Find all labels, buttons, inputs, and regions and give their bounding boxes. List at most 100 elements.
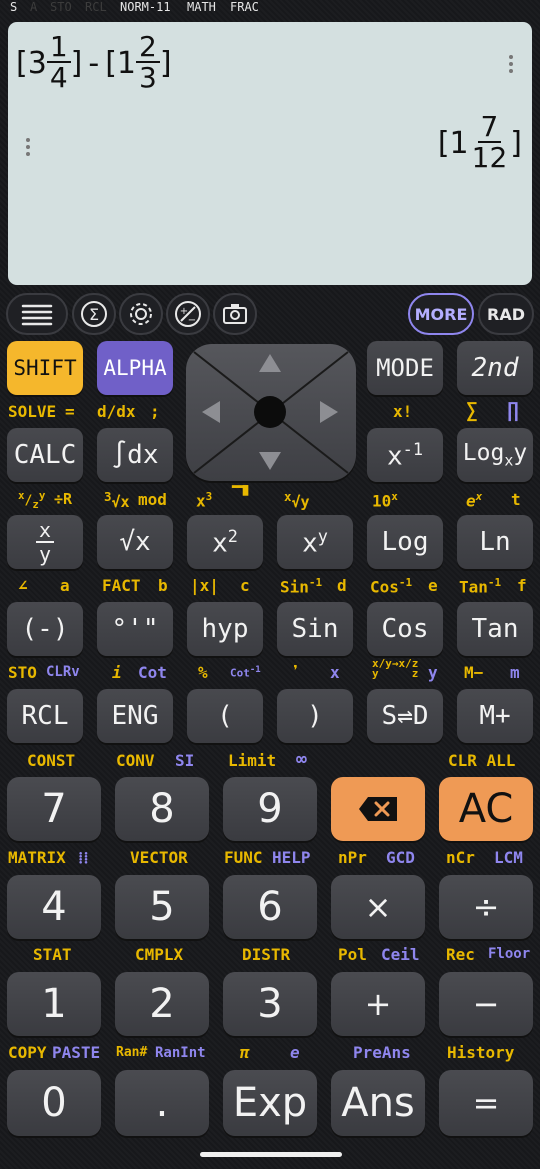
direction-pad[interactable] — [186, 344, 356, 481]
ac-key[interactable]: AC — [439, 777, 533, 841]
summation-button[interactable]: Σ — [72, 293, 116, 335]
expr-fraction-2: 23 — [136, 32, 160, 94]
digit-0-key[interactable]: 0 — [7, 1070, 101, 1136]
digit-4-key[interactable]: 4 — [7, 875, 101, 939]
digit-5-key[interactable]: 5 — [115, 875, 209, 939]
label-e: e — [428, 576, 438, 595]
tan-key[interactable]: Tan — [457, 602, 533, 656]
status-math: MATH — [187, 0, 216, 14]
label-b: b — [158, 576, 168, 595]
label-xroot: x√y — [284, 489, 310, 511]
expr-num-1: 1 — [46, 32, 71, 64]
label-history: History — [447, 1043, 515, 1062]
label-matrix: MATRIX — [8, 848, 66, 867]
label-ceil: Ceil — [381, 945, 420, 964]
equals-key[interactable]: = — [439, 1070, 533, 1136]
menu-button[interactable] — [6, 293, 68, 335]
status-frac: FRAC — [230, 0, 259, 14]
second-key[interactable]: 2nd — [457, 341, 533, 395]
hyp-key[interactable]: hyp — [187, 602, 263, 656]
fraction-key[interactable]: xy — [7, 515, 83, 569]
digit-3-key[interactable]: 3 — [223, 972, 317, 1036]
arrow-up-icon[interactable] — [259, 354, 281, 372]
multiply-key[interactable]: × — [331, 875, 425, 939]
digit-8-key[interactable]: 8 — [115, 777, 209, 841]
integral-key[interactable]: ∫dx — [97, 428, 173, 482]
label-x: x — [330, 663, 340, 682]
reciprocal-key[interactable]: x-1 — [367, 428, 443, 482]
alpha-key[interactable]: ALPHA — [97, 341, 173, 395]
label-lcm: LCM — [494, 848, 523, 867]
label-d: d — [337, 576, 347, 595]
ln-key[interactable]: Ln — [457, 515, 533, 569]
input-expression: [3 14 ] - [1 23 ] — [16, 30, 172, 95]
digit-6-key[interactable]: 6 — [223, 875, 317, 939]
shift-key[interactable]: SHIFT — [7, 341, 83, 395]
label-f: f — [517, 576, 527, 595]
power-key[interactable]: xy — [277, 515, 353, 569]
arrow-right-icon[interactable] — [320, 401, 338, 423]
expr-den-2: 3 — [139, 61, 157, 95]
label-xfact: x! — [393, 402, 413, 421]
logxy-key[interactable]: Logxy — [457, 428, 533, 482]
result-menu-dots-icon[interactable] — [26, 138, 30, 159]
minus-key[interactable]: − — [439, 972, 533, 1036]
label-gcd: GCD — [386, 848, 415, 867]
home-indicator[interactable] — [200, 1152, 342, 1157]
ans-key[interactable]: Ans — [331, 1070, 425, 1136]
label-copy: COPY — [8, 1043, 47, 1062]
more-button[interactable]: MORE — [408, 293, 474, 335]
degree-key[interactable]: °'" — [97, 602, 173, 656]
decimal-key[interactable]: . — [115, 1070, 209, 1136]
rad-button[interactable]: RAD — [478, 293, 534, 335]
digit-2-key[interactable]: 2 — [115, 972, 209, 1036]
status-norm: NORM-11 — [120, 0, 171, 14]
label-pi: π — [240, 1043, 250, 1062]
svg-text:Σ: Σ — [89, 305, 99, 324]
label-ran: Ran# — [116, 1045, 148, 1060]
arrow-left-icon[interactable] — [202, 401, 220, 423]
display-screen[interactable]: [3 14 ] - [1 23 ] [1 7 12 ] — [8, 22, 532, 285]
label-clrv: CLRv — [46, 664, 80, 680]
log-key[interactable]: Log — [367, 515, 443, 569]
input-menu-dots-icon[interactable] — [509, 55, 513, 76]
square-key[interactable]: x2 — [187, 515, 263, 569]
camera-button[interactable] — [213, 293, 257, 335]
expr-den-1: 4 — [49, 61, 68, 95]
label-repeat-bar: ▔▘ — [232, 486, 254, 507]
label-acot: Cot-1 — [230, 665, 261, 680]
label-a: a — [60, 576, 70, 595]
exp-key[interactable]: Exp — [223, 1070, 317, 1136]
rcl-key[interactable]: RCL — [7, 689, 83, 743]
sigma-icon: Σ — [81, 301, 107, 327]
label-rec: Rec — [446, 945, 475, 964]
sd-key[interactable]: S⇌D — [367, 689, 443, 743]
label-t: t — [511, 490, 521, 509]
cos-key[interactable]: Cos — [367, 602, 443, 656]
mplus-key[interactable]: M+ — [457, 689, 533, 743]
calc-key[interactable]: CALC — [7, 428, 83, 482]
arrow-down-icon[interactable] — [259, 452, 281, 470]
label-y: y — [428, 663, 438, 682]
settings-button[interactable] — [119, 293, 163, 335]
expr-fraction-1: 14 — [46, 32, 71, 95]
right-paren-key[interactable]: ) — [277, 689, 353, 743]
plus-key[interactable]: + — [331, 972, 425, 1036]
divide-key[interactable]: ÷ — [439, 875, 533, 939]
result-fraction: 7 12 — [469, 112, 511, 174]
left-paren-key[interactable]: ( — [187, 689, 263, 743]
eng-key[interactable]: ENG — [97, 689, 173, 743]
digit-7-key[interactable]: 7 — [7, 777, 101, 841]
digit-1-key[interactable]: 1 — [7, 972, 101, 1036]
sqrt-key[interactable]: √x — [97, 515, 173, 569]
mode-key[interactable]: MODE — [367, 341, 443, 395]
plus-minus-button[interactable]: + − — [166, 293, 210, 335]
negative-key[interactable]: (-) — [7, 602, 83, 656]
digit-9-key[interactable]: 9 — [223, 777, 317, 841]
sin-key[interactable]: Sin — [277, 602, 353, 656]
label-solve: SOLVE — [8, 402, 57, 421]
label-infinity: ∞ — [296, 749, 307, 770]
label-func: FUNC — [224, 848, 263, 867]
backspace-key[interactable] — [331, 777, 425, 841]
label-cmplx: CMPLX — [135, 945, 184, 964]
